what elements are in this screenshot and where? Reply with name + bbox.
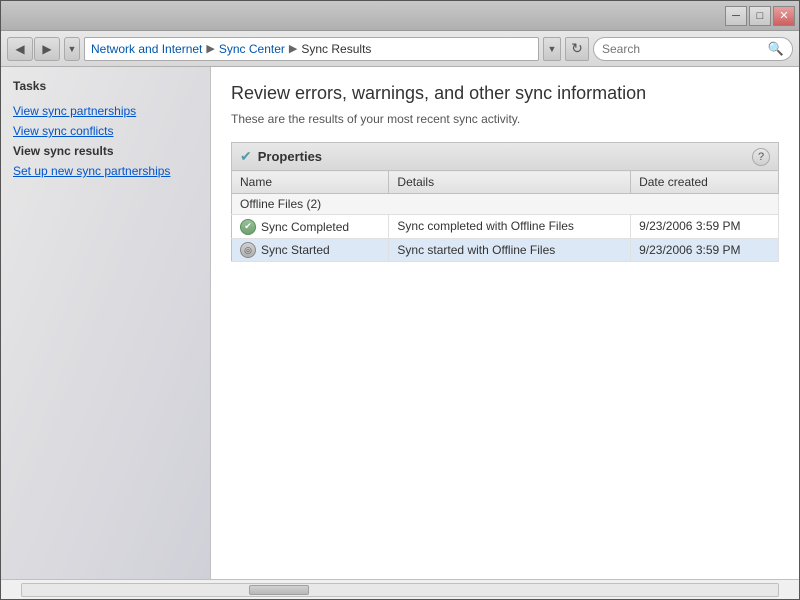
breadcrumb-part2[interactable]: Sync Center [219,42,285,56]
close-button[interactable]: ✕ [773,6,795,26]
col-header-name[interactable]: Name [232,171,389,194]
row-details-started: Sync started with Offline Files [389,238,631,262]
sidebar-item-view-partnerships[interactable]: View sync partnerships [9,101,202,121]
row-icon-completed: ✔ Sync Completed [240,219,349,235]
sidebar-item-setup-sync[interactable]: Set up new sync partnerships [9,161,202,181]
properties-header: ✔ Properties ? [231,142,779,170]
address-bar: ◀ ▶ ▼ Network and Internet ▶ Sync Center… [1,31,799,67]
sidebar-item-view-results: View sync results [9,141,202,161]
back-button[interactable]: ◀ [7,37,33,61]
title-bar-buttons: ─ □ ✕ [725,6,795,26]
search-box: 🔍 [593,37,793,61]
sync-started-icon: ◎ [240,242,256,258]
forward-button[interactable]: ▶ [34,37,60,61]
page-title: Review errors, warnings, and other sync … [231,83,779,104]
breadcrumb-sep2: ▶ [289,42,297,55]
maximize-button[interactable]: □ [749,6,771,26]
properties-title: Properties [258,149,322,164]
scroll-thumb[interactable] [249,585,309,595]
sidebar-section-title: Tasks [9,79,202,93]
nav-buttons: ◀ ▶ [7,37,60,61]
sidebar: Tasks View sync partnerships View sync c… [1,67,211,579]
table-row[interactable]: ◎ Sync Started Sync started with Offline… [232,238,779,262]
address-dropdown-button[interactable]: ▼ [543,37,561,61]
page-subtitle: These are the results of your most recen… [231,112,779,126]
results-table: Name Details Date created Offline Files … [231,170,779,262]
refresh-button[interactable]: ↻ [565,37,589,61]
row-details-completed: Sync completed with Offline Files [389,215,631,239]
minimize-button[interactable]: ─ [725,6,747,26]
group-row-offline-files: Offline Files (2) [232,194,779,215]
row-date-completed: 9/23/2006 3:59 PM [631,215,779,239]
search-input[interactable] [602,42,764,56]
col-header-date[interactable]: Date created [631,171,779,194]
check-icon: ✔ [240,148,252,165]
breadcrumb-part1[interactable]: Network and Internet [91,42,202,56]
sidebar-item-view-conflicts[interactable]: View sync conflicts [9,121,202,141]
row-name-cell: ✔ Sync Completed [232,215,389,239]
row-name-completed: Sync Completed [261,220,349,234]
recent-pages-button[interactable]: ▼ [64,37,80,61]
row-name-cell: ◎ Sync Started [232,238,389,262]
col-header-details[interactable]: Details [389,171,631,194]
window-frame: ─ □ ✕ ◀ ▶ ▼ Network and Internet ▶ Sync … [0,0,800,600]
bottom-bar [1,579,799,599]
group-label: Offline Files (2) [232,194,779,215]
table-row[interactable]: ✔ Sync Completed Sync completed with Off… [232,215,779,239]
address-path[interactable]: Network and Internet ▶ Sync Center ▶ Syn… [84,37,539,61]
help-button[interactable]: ? [752,148,770,166]
sync-completed-icon: ✔ [240,219,256,235]
horizontal-scrollbar[interactable] [21,583,779,597]
breadcrumb-sep1: ▶ [206,42,214,55]
main-area: Tasks View sync partnerships View sync c… [1,67,799,579]
properties-header-left: ✔ Properties [240,148,322,165]
row-name-started: Sync Started [261,243,330,257]
row-date-started: 9/23/2006 3:59 PM [631,238,779,262]
row-icon-started: ◎ Sync Started [240,242,330,258]
content-pane: Review errors, warnings, and other sync … [211,67,799,579]
search-icon[interactable]: 🔍 [768,41,784,57]
title-bar: ─ □ ✕ [1,1,799,31]
breadcrumb-part3: Sync Results [301,42,371,56]
